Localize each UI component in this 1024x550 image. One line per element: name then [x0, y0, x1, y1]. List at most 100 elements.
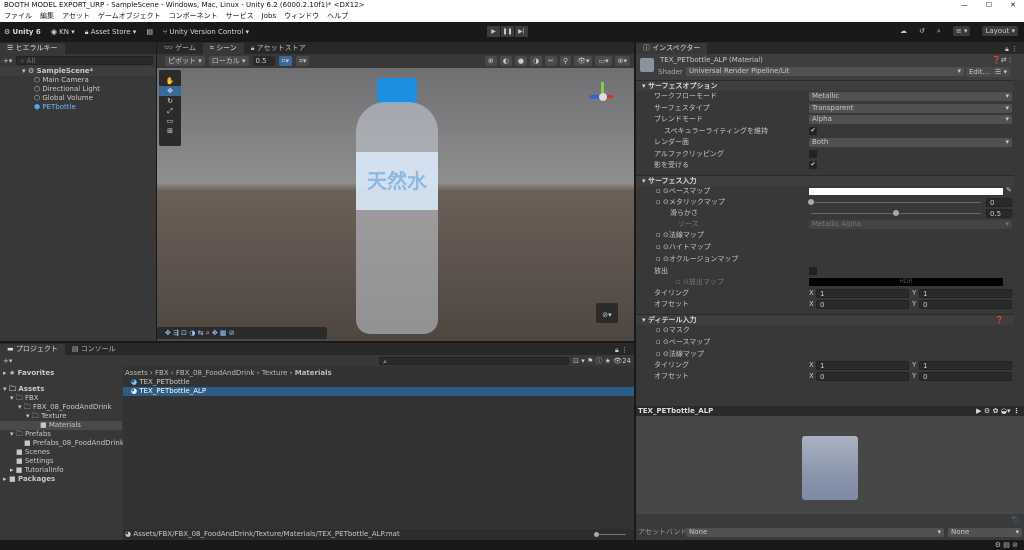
detail-base-map-row[interactable]: ▫ ⊙ベースマップ: [656, 338, 710, 347]
history-icon[interactable]: ↺: [919, 27, 925, 35]
hierarchy-search[interactable]: ⌕ All: [16, 56, 153, 65]
menu-help[interactable]: ヘルプ: [327, 11, 348, 22]
tab-game[interactable]: 👓︎ ゲーム: [157, 43, 203, 54]
option-dropdown[interactable]: Both ▾: [809, 138, 1012, 147]
option-checkbox[interactable]: ✔: [809, 161, 817, 169]
detail-offset-y[interactable]: 0: [919, 371, 1012, 381]
smoothness-slider[interactable]: [811, 209, 981, 216]
account-button[interactable]: ◉ KN ▾: [51, 28, 75, 36]
store-icon[interactable]: ▤: [146, 28, 153, 36]
section-surface-inputs[interactable]: ▾ サーフェス入力: [636, 174, 1014, 186]
tree-item-selected[interactable]: ■ Materials: [0, 421, 122, 430]
asset-bundle-dropdown[interactable]: None ▾: [686, 528, 944, 537]
detail-normal-row[interactable]: ▫ ⊙法線マップ: [656, 350, 704, 359]
globe-icon[interactable]: ⊕: [484, 56, 497, 66]
tiling-y-field[interactable]: 1: [919, 288, 1012, 298]
play-button[interactable]: ▶: [487, 26, 500, 37]
option-checkbox[interactable]: ✔: [809, 126, 817, 135]
emission-checkbox[interactable]: [809, 266, 817, 275]
tab-hierarchy[interactable]: ☰ ヒエラルキー: [0, 43, 65, 54]
breadcrumb-item[interactable]: FBX: [155, 369, 169, 377]
rotate-tool[interactable]: ↻: [159, 96, 181, 106]
breadcrumb-item[interactable]: FBX_08_FoodAndDrink: [176, 369, 255, 377]
menu-edit[interactable]: 編集: [40, 11, 54, 22]
shader-dropdown[interactable]: Universal Render Pipeline/Lit ▾: [686, 67, 964, 76]
tab-scene[interactable]: ⌗ シーン: [202, 43, 244, 54]
preview-controls[interactable]: ▶ ⚙ ✿ ◒▾ ⋮: [976, 406, 1024, 416]
metallic-slider[interactable]: [808, 198, 981, 205]
rect-tool[interactable]: ▭: [159, 116, 181, 126]
edit-button[interactable]: Edit...: [966, 67, 993, 77]
project-search[interactable]: ⌕: [379, 356, 570, 366]
asset-variant-dropdown[interactable]: None ▾: [948, 528, 1022, 537]
snap-field[interactable]: 0.5: [252, 56, 275, 66]
scene-viewport[interactable]: ✋ ✥ ↻ ⤢ ▭ ⊞ 天然水 ✥ ⇶ ⊡ ◑ ⇆ ⌕ ✥ ▦ ⊘ ⊘▾: [157, 68, 634, 341]
grid-button[interactable]: ⌗▾: [295, 56, 310, 66]
scene-row[interactable]: ▾ ⚙ SampleScene*: [0, 67, 156, 76]
asset-store-button[interactable]: 🔒︎ Asset Store ▾: [85, 28, 137, 37]
option-dropdown[interactable]: Transparent ▾: [809, 103, 1012, 113]
section-surface-options[interactable]: ▾ サーフェスオプション: [636, 80, 1014, 91]
scale-tool[interactable]: ⤢: [159, 106, 181, 116]
metallic-field[interactable]: 0: [986, 197, 1012, 207]
visibility-icon[interactable]: 👁︎▾: [574, 56, 593, 66]
tree-item[interactable]: ▸ ■ Packages: [0, 475, 122, 484]
eyedropper-icon[interactable]: ✎: [1006, 186, 1012, 194]
hierarchy-item[interactable]: ⬡ Global Volume: [0, 94, 156, 103]
layout-button[interactable]: Layout ▾: [982, 26, 1018, 36]
menu-assets[interactable]: アセット: [62, 11, 90, 22]
offset-x-field[interactable]: 0: [816, 299, 909, 309]
step-button[interactable]: ▶|: [515, 26, 528, 37]
fx-icon[interactable]: ⚲: [559, 56, 572, 66]
layers-button[interactable]: ≡ ▾: [952, 26, 971, 36]
create-button[interactable]: +▾: [3, 357, 12, 365]
menu-component[interactable]: コンポーネント: [169, 11, 218, 22]
menu-file[interactable]: ファイル: [4, 11, 32, 22]
detail-tiling-y[interactable]: 1: [919, 360, 1012, 370]
label-icon[interactable]: 🏷︎: [1011, 516, 1020, 524]
hand-tool[interactable]: ✋: [159, 76, 181, 86]
normal-map-row[interactable]: ▫ ⊙法線マップ: [656, 231, 704, 240]
pause-button[interactable]: ❚❚: [501, 26, 514, 37]
hierarchy-item[interactable]: ⬡ Directional Light: [0, 85, 156, 94]
menu-window[interactable]: ウィンドウ: [284, 11, 319, 22]
breadcrumb-item[interactable]: Texture: [262, 369, 288, 377]
tree-item[interactable]: ■ Settings: [0, 457, 122, 466]
occlusion-map-row[interactable]: ▫ ⊙オクルージョンマップ: [656, 255, 738, 264]
transform-tool[interactable]: ⊞: [159, 126, 181, 136]
status-icons[interactable]: ⚙ ▤ ⊘: [995, 541, 1018, 549]
move-tool[interactable]: ✥: [159, 86, 181, 96]
option-dropdown[interactable]: Alpha ▾: [809, 115, 1012, 124]
mask-row[interactable]: ▫ ⊙マスク: [656, 326, 690, 335]
orientation-gizmo[interactable]: [588, 82, 618, 112]
shading-icon[interactable]: ◐: [499, 56, 512, 66]
maximize-button[interactable]: ☐: [986, 0, 992, 11]
section-detail-inputs[interactable]: ▾ ディテール入力 ❓: [636, 313, 1014, 325]
breadcrumb-item[interactable]: Materials: [295, 369, 332, 377]
tree-item[interactable]: ▾ 🗀 Texture: [0, 412, 122, 421]
close-button[interactable]: ✕: [1010, 0, 1016, 11]
menu-jobs[interactable]: Jobs: [262, 11, 276, 22]
tab-console[interactable]: ▤ コンソール: [65, 344, 123, 355]
detail-tiling-x[interactable]: 1: [816, 360, 909, 370]
option-checkbox[interactable]: [809, 149, 817, 158]
shaded-icon[interactable]: ●: [514, 56, 527, 66]
option-dropdown[interactable]: Metallic ▾: [809, 92, 1012, 101]
version-control-button[interactable]: ⑂ Unity Version Control ▾: [163, 28, 249, 36]
tree-item[interactable]: ▾ 🗀 FBX_08_FoodAndDrink: [0, 403, 122, 412]
detail-offset-x[interactable]: 0: [816, 371, 909, 381]
tree-item[interactable]: ▾ 🗀 Assets: [0, 385, 122, 394]
pivot-dropdown[interactable]: ピボット ▾: [165, 56, 205, 66]
base-color-swatch[interactable]: [809, 187, 1003, 195]
smoothness-field[interactable]: 0.5: [986, 208, 1012, 218]
grid-snap-button[interactable]: ⌗▾: [278, 56, 292, 66]
file-item-selected[interactable]: ◕ TEX_PETbottle_ALP: [123, 387, 634, 396]
overlay-toolbar[interactable]: ✥ ⇶ ⊡ ◑ ⇆ ⌕ ✥ ▦ ⊘: [157, 327, 327, 339]
zoom-slider[interactable]: [594, 532, 626, 537]
breadcrumb-item[interactable]: Assets: [125, 369, 148, 377]
hierarchy-item[interactable]: ⬡ Main Camera: [0, 76, 156, 85]
local-dropdown[interactable]: ローカル ▾: [208, 56, 249, 66]
audio-icon[interactable]: ✂: [545, 56, 557, 66]
lock-icon[interactable]: 🔒︎ ⋮: [1005, 45, 1024, 54]
add-button[interactable]: +▾: [3, 57, 12, 65]
